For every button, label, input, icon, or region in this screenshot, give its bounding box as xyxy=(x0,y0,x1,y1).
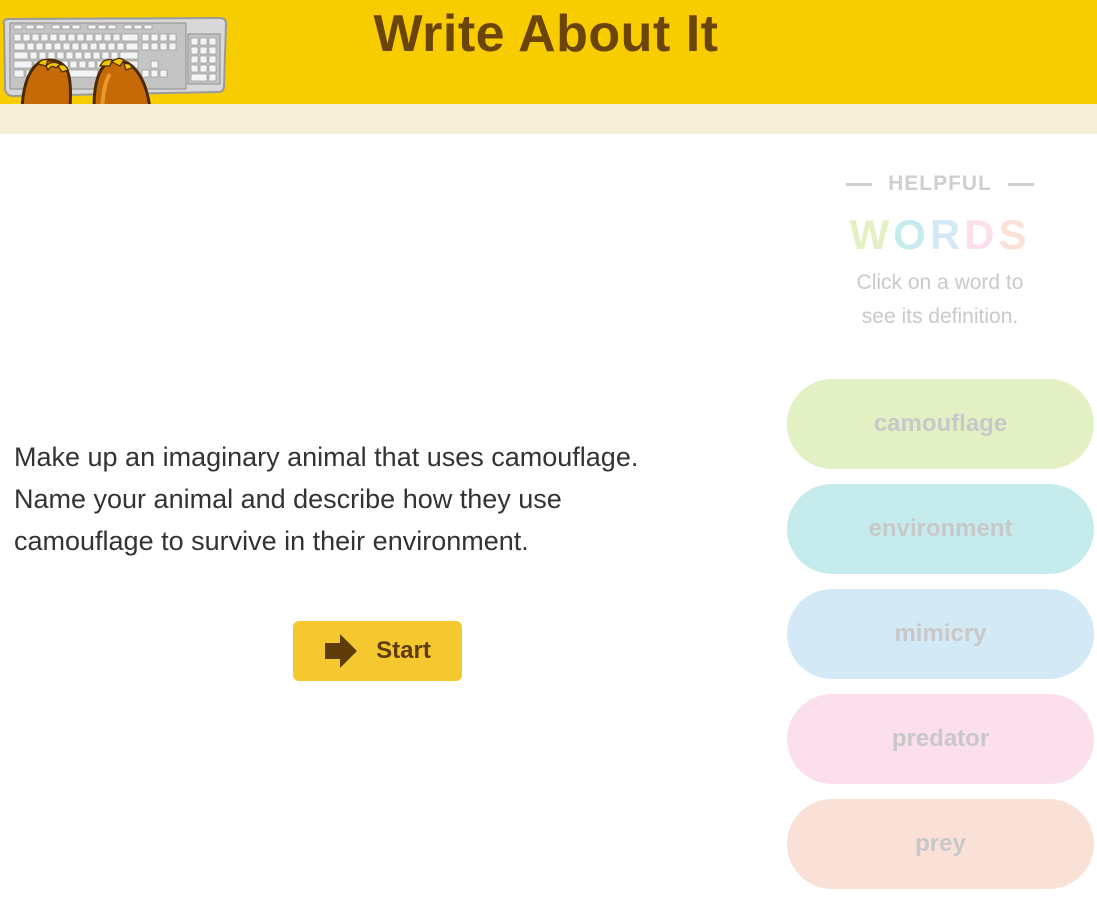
prompt-line: Make up an imaginary animal that uses ca… xyxy=(14,442,639,472)
word-label: camouflage xyxy=(873,410,1008,437)
prompt-line: camouflage to survive in their environme… xyxy=(14,526,529,556)
header-bar: Write About It xyxy=(0,0,1097,104)
helpful-label: HELPFUL xyxy=(888,172,992,195)
word-button-mimicry[interactable]: mimicry xyxy=(787,589,1094,679)
word-label: prey xyxy=(915,830,966,857)
words-title-letter: W xyxy=(849,211,894,258)
prompt-line: Name your animal and describe how they u… xyxy=(14,484,562,514)
words-title-letter: D xyxy=(964,211,999,258)
page-title: Write About It xyxy=(373,5,719,63)
word-button-camouflage[interactable]: camouflage xyxy=(787,379,1094,469)
instructions-line: see its definition. xyxy=(861,305,1019,328)
helpful-words-heading: HELPFUL xyxy=(846,171,1034,197)
start-button-label: Start xyxy=(376,637,431,664)
keyboard-hands-illustration xyxy=(2,16,228,104)
divider-dash xyxy=(846,182,872,186)
word-button-environment[interactable]: environment xyxy=(787,484,1094,574)
start-button[interactable]: Start xyxy=(293,621,462,681)
words-title-letter: S xyxy=(998,211,1031,258)
words-title-letter: R xyxy=(929,211,965,258)
words-title: WORDS xyxy=(838,210,1042,260)
arrow-right-icon xyxy=(325,634,358,668)
word-label: mimicry xyxy=(894,620,987,647)
subheader-bar xyxy=(0,104,1097,134)
writing-prompt: Make up an imaginary animal that uses ca… xyxy=(14,436,734,562)
word-button-predator[interactable]: predator xyxy=(787,694,1094,784)
words-title-letter: O xyxy=(893,211,930,258)
helpful-words-instructions: Click on a word to see its definition. xyxy=(830,266,1050,334)
word-button-prey[interactable]: prey xyxy=(787,799,1094,889)
word-label: predator xyxy=(891,725,990,752)
divider-dash xyxy=(1007,182,1034,186)
instructions-line: Click on a word to xyxy=(856,271,1024,294)
word-label: environment xyxy=(868,515,1013,542)
